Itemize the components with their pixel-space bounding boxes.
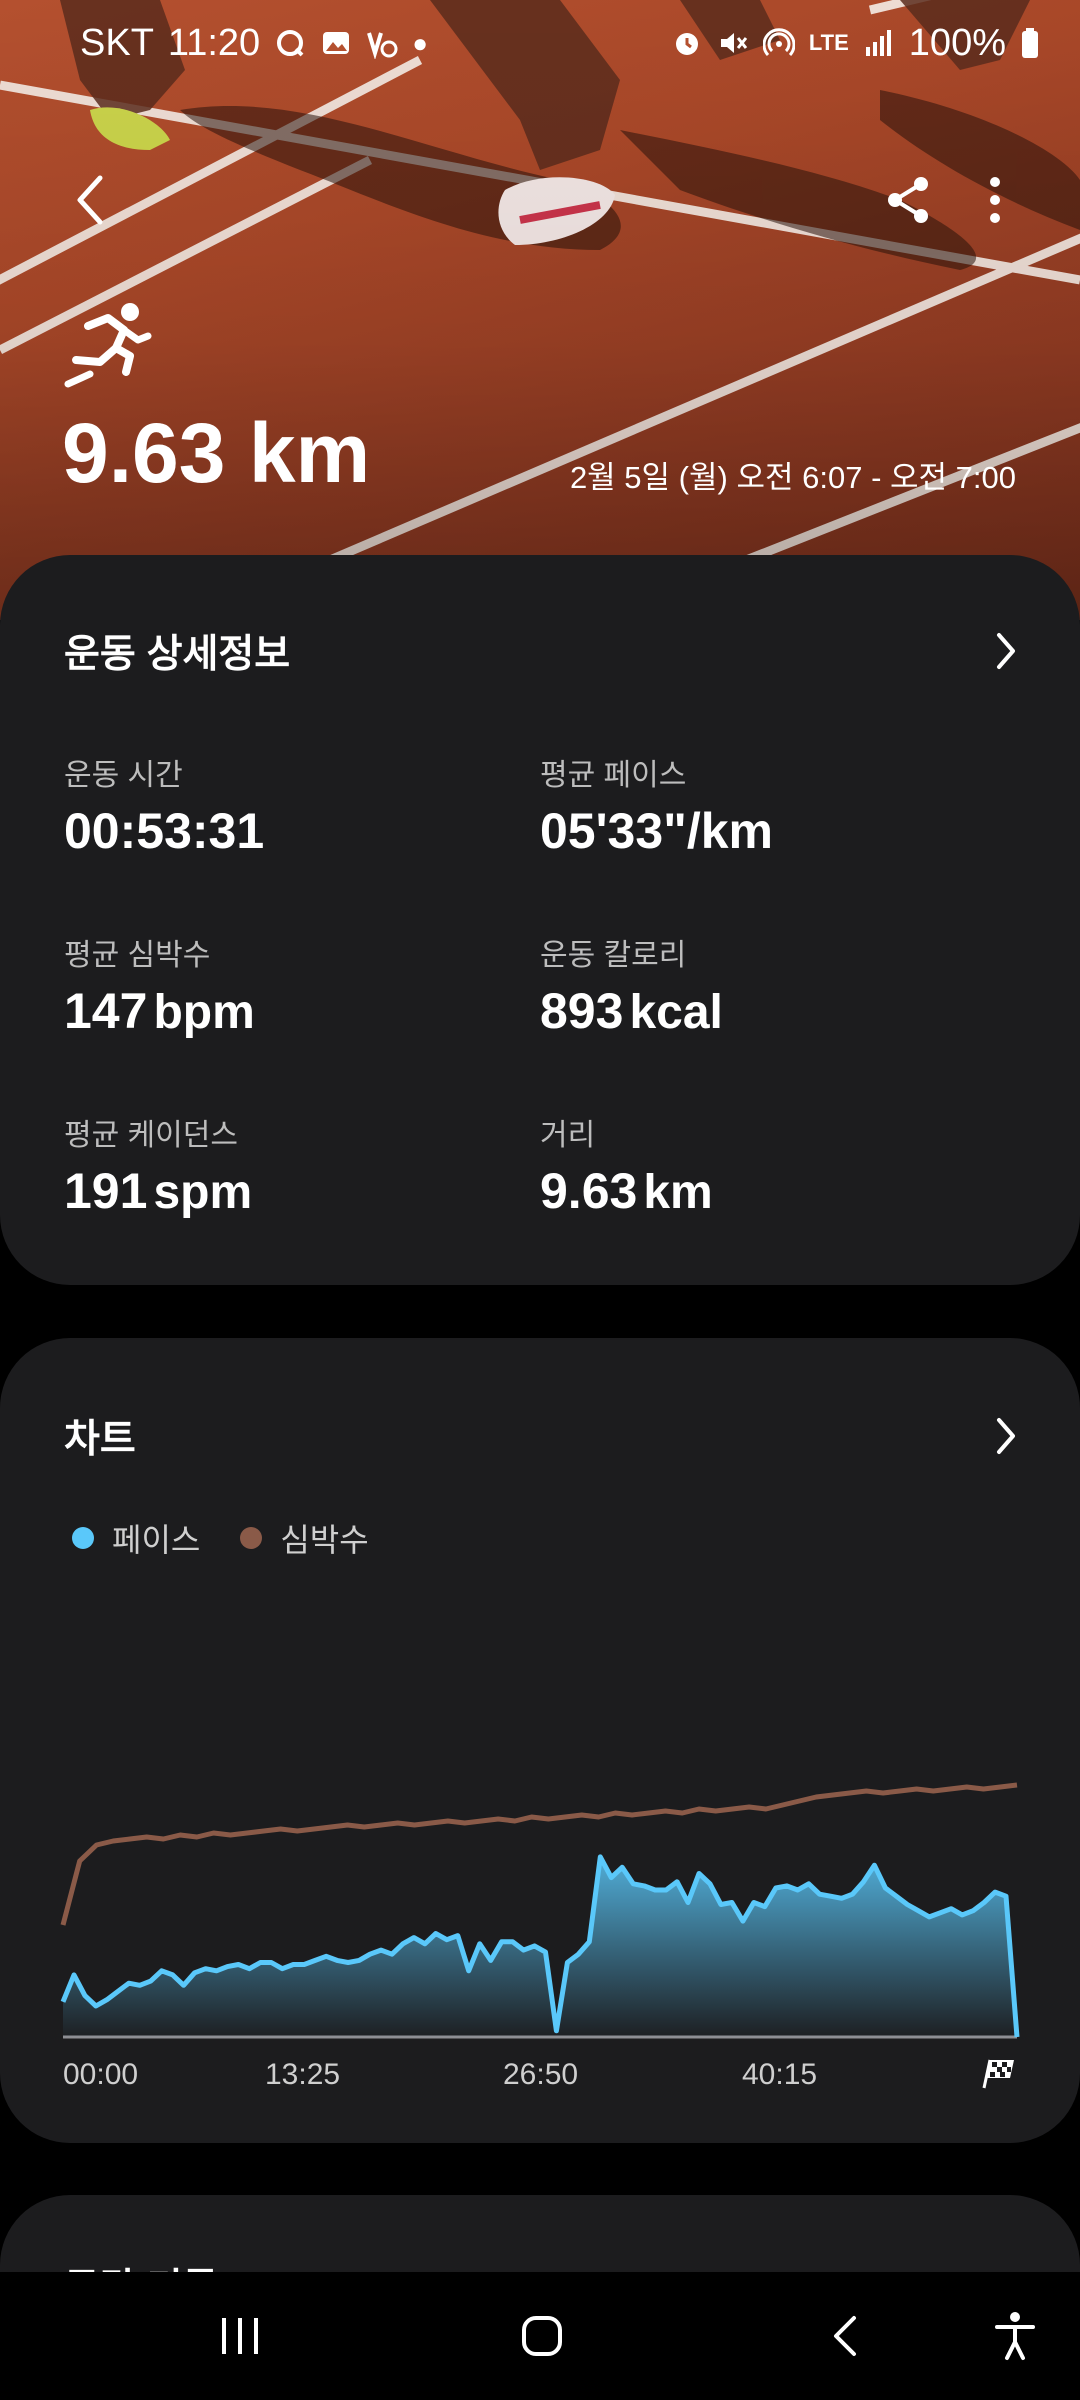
accessibility-icon [995, 2312, 1035, 2360]
share-icon [888, 177, 928, 223]
data-saver-icon [367, 32, 398, 59]
recents-button[interactable] [185, 2272, 295, 2400]
finish-flag-icon [982, 2059, 1014, 2089]
recents-icon [222, 2318, 258, 2354]
battery-icon [1022, 28, 1038, 58]
more-options-button[interactable] [955, 160, 1035, 240]
toolbar [0, 160, 1080, 240]
sync-notification-icon [277, 30, 304, 57]
clock: 11:20 [167, 21, 261, 64]
lte-label: LTE [808, 30, 849, 55]
battery-percent: 100% [908, 21, 1006, 64]
accessibility-button[interactable] [960, 2272, 1070, 2400]
hotspot-icon [762, 28, 795, 57]
carrier-label: SKT [80, 21, 154, 64]
x-tick-label: 13:25 [265, 2058, 341, 2091]
more-vert-icon [990, 177, 1000, 223]
share-button[interactable] [868, 160, 948, 240]
more-notifications-dot: ● [412, 27, 428, 58]
gallery-notification-icon [323, 32, 350, 54]
back-button[interactable] [50, 160, 130, 240]
system-navigation-bar [0, 2272, 1080, 2400]
x-tick-label: 00:00 [63, 2058, 139, 2091]
nav-back-button[interactable] [790, 2272, 900, 2400]
mute-icon [720, 33, 748, 53]
alarm-icon [675, 33, 698, 55]
home-button[interactable] [487, 2272, 597, 2400]
x-tick-label: 40:15 [742, 2058, 818, 2091]
workout-chart [60, 1782, 1020, 2039]
running-icon [64, 303, 152, 388]
workout-datetime: 2월 5일 (월) 오전 6:07 - 오전 7:00 [569, 460, 1016, 495]
status-bar: SKT 11:20 ● LTE 100% [0, 0, 1080, 86]
back-arrow-icon [834, 2316, 856, 2356]
signal-icon [865, 30, 891, 56]
home-icon [522, 2316, 562, 2356]
workout-distance: 9.63 km [62, 406, 371, 500]
chevron-left-icon [77, 175, 103, 225]
x-tick-label: 26:50 [503, 2058, 579, 2091]
